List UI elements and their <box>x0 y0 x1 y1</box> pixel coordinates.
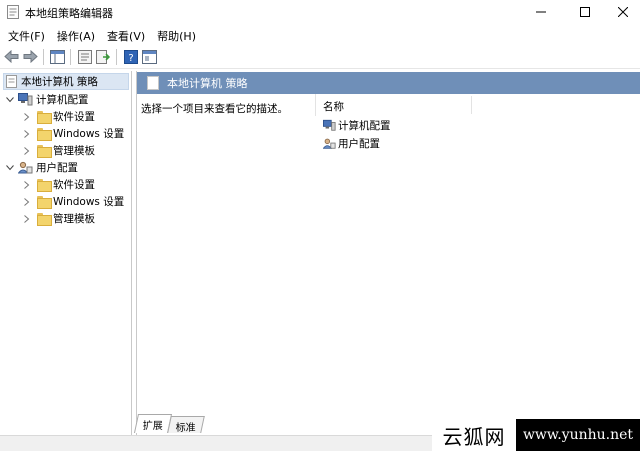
extended-view-button[interactable] <box>141 48 158 65</box>
export-list-icon <box>96 49 111 64</box>
tree-label: 管理模板 <box>53 145 95 157</box>
policy-editor-app-icon <box>7 5 19 19</box>
menu-help[interactable]: 帮助(H) <box>153 25 201 45</box>
chevron-down-icon[interactable] <box>5 95 15 105</box>
menu-view[interactable]: 查看(V) <box>103 25 150 45</box>
back-button[interactable] <box>3 48 20 65</box>
chevron-right-icon[interactable] <box>22 129 32 139</box>
show-hide-tree-button[interactable] <box>49 48 66 65</box>
detail-header: 本地计算机 策略 <box>137 72 640 94</box>
chevron-right-icon[interactable] <box>22 214 32 224</box>
tree-label: 本地计算机 策略 <box>21 76 98 88</box>
tree-item-software-settings[interactable]: 软件设置 <box>22 176 95 193</box>
close-button[interactable] <box>606 0 640 24</box>
tree-label: Windows 设置 <box>53 128 125 140</box>
properties-icon <box>77 49 92 64</box>
tab-label: 标准 <box>175 423 196 434</box>
menu-action[interactable]: 操作(A) <box>53 25 100 45</box>
name-column-header[interactable]: 名称 <box>323 99 344 114</box>
folder-icon <box>37 196 52 209</box>
policy-document-icon <box>147 76 159 90</box>
user-config-icon <box>323 138 336 149</box>
export-list-button[interactable] <box>95 48 112 65</box>
back-arrow-icon <box>4 50 19 63</box>
tree-item-local-computer-policy[interactable]: 本地计算机 策略 <box>3 73 129 90</box>
tree-item-software-settings[interactable]: 软件设置 <box>22 108 95 125</box>
list-item-label: 计算机配置 <box>338 120 391 132</box>
tab-standard[interactable]: 标准 <box>167 416 205 434</box>
toolbar-separator <box>70 49 71 65</box>
chevron-right-icon[interactable] <box>22 112 32 122</box>
list-item-user-config[interactable]: 用户配置 <box>323 135 380 152</box>
column-divider <box>315 94 316 116</box>
policy-document-icon <box>6 75 17 88</box>
tree-item-windows-settings[interactable]: Windows 设置 <box>22 125 124 142</box>
toolbar: ? <box>0 45 640 69</box>
maximize-icon <box>580 7 590 17</box>
svg-text:?: ? <box>128 53 133 64</box>
menu-bar: 文件(F) 操作(A) 查看(V) 帮助(H) <box>0 25 640 45</box>
tab-extended[interactable]: 扩展 <box>133 414 173 433</box>
toolbar-separator <box>116 49 117 65</box>
view-tabs: 扩展 标准 <box>133 413 205 434</box>
watermark-url: www.yunhu.net <box>516 419 640 451</box>
tree-label: 用户配置 <box>36 162 78 174</box>
help-button[interactable]: ? <box>122 48 139 65</box>
computer-config-icon <box>18 93 33 106</box>
detail-header-title: 本地计算机 策略 <box>167 77 248 90</box>
tree-item-admin-templates[interactable]: 管理模板 <box>22 142 95 159</box>
tree-label: 软件设置 <box>53 111 95 123</box>
description-text: 选择一个项目来查看它的描述。 <box>141 103 288 115</box>
title-bar: 本地组策略编辑器 <box>0 0 640 24</box>
tree-item-user-config[interactable]: 用户配置 <box>5 159 78 176</box>
tree-label: 软件设置 <box>53 179 95 191</box>
chevron-right-icon[interactable] <box>22 197 32 207</box>
list-item-computer-config[interactable]: 计算机配置 <box>323 117 391 134</box>
properties-button[interactable] <box>76 48 93 65</box>
folder-icon <box>37 111 52 124</box>
toolbar-separator <box>43 49 44 65</box>
computer-config-icon <box>323 119 336 131</box>
maximize-button[interactable] <box>562 0 608 24</box>
chevron-right-icon[interactable] <box>22 146 32 156</box>
forward-arrow-icon <box>23 50 38 63</box>
window-title: 本地组策略编辑器 <box>25 7 113 20</box>
console-tree: 本地计算机 策略 计算机配置 软件设置 Windows 设置 管理模板 用户配置… <box>1 71 132 435</box>
extended-view-icon <box>142 49 157 64</box>
folder-icon <box>37 213 52 226</box>
tree-label: 计算机配置 <box>36 94 89 106</box>
column-resize-handle[interactable] <box>471 96 472 114</box>
menu-file[interactable]: 文件(F) <box>4 25 50 45</box>
forward-button[interactable] <box>22 48 39 65</box>
close-icon <box>618 7 628 17</box>
chevron-right-icon[interactable] <box>22 180 32 190</box>
minimize-button[interactable] <box>518 0 564 24</box>
tree-label: 管理模板 <box>53 213 95 225</box>
folder-icon <box>37 128 52 141</box>
tree-item-admin-templates[interactable]: 管理模板 <box>22 210 95 227</box>
tab-label: 扩展 <box>142 421 163 432</box>
watermark-brand: 云狐网 <box>432 419 516 451</box>
show-hide-tree-icon <box>50 49 65 64</box>
chevron-down-icon[interactable] <box>5 163 15 173</box>
folder-icon <box>37 145 52 158</box>
minimize-icon <box>536 11 546 13</box>
list-item-label: 用户配置 <box>338 138 380 150</box>
tree-item-windows-settings[interactable]: Windows 设置 <box>22 193 124 210</box>
tree-label: Windows 设置 <box>53 196 125 208</box>
detail-pane: 本地计算机 策略 选择一个项目来查看它的描述。 名称 计算机配置 用户配置 <box>136 71 640 435</box>
tree-item-computer-config[interactable]: 计算机配置 <box>5 91 89 108</box>
user-config-icon <box>18 161 33 174</box>
folder-icon <box>37 179 52 192</box>
help-icon: ? <box>123 49 138 64</box>
